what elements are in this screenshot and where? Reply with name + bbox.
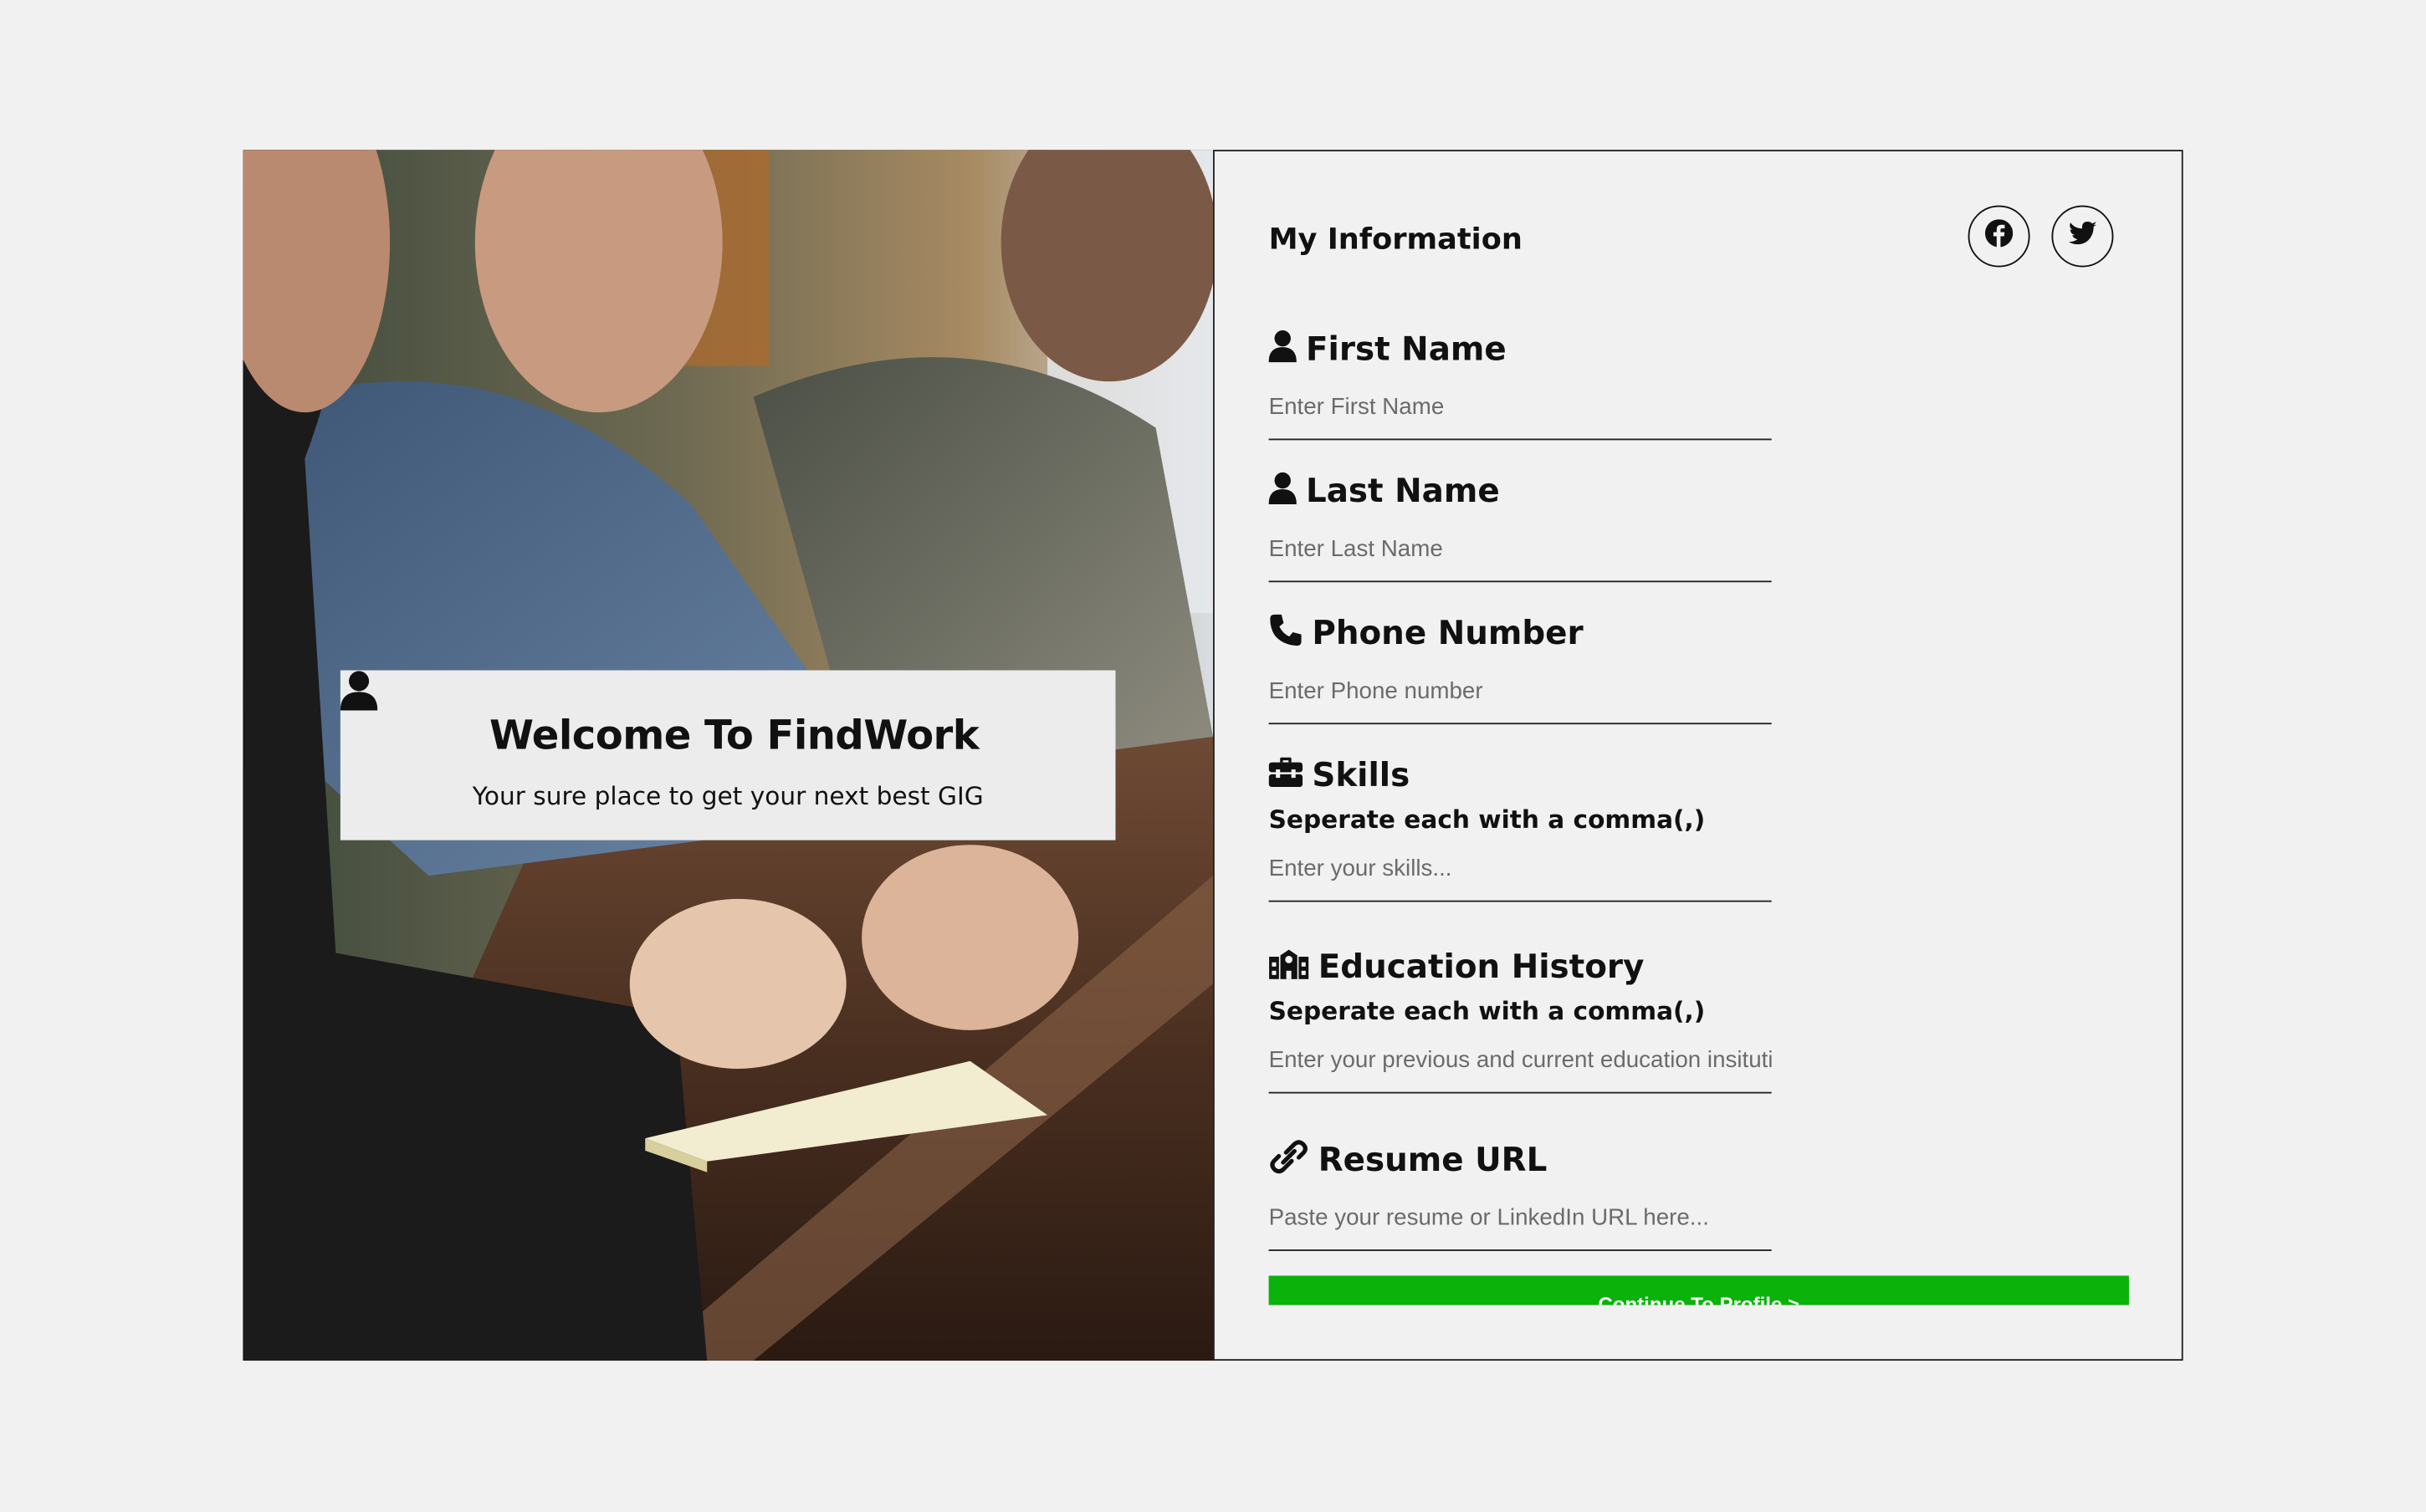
user-icon: [1268, 328, 1297, 370]
last-name-label: Last Name: [1268, 468, 1772, 514]
skills-label: Skills: [1268, 752, 1772, 798]
last-name-input[interactable]: [1268, 535, 1772, 583]
twitter-button[interactable]: [2051, 205, 2114, 268]
first-name-label-text: First Name: [1305, 330, 1507, 368]
skills-field: Skills Seperate each with a comma(,): [1268, 752, 1772, 902]
resume-url-label-text: Resume URL: [1318, 1141, 1548, 1179]
last-name-label-text: Last Name: [1305, 472, 1500, 510]
welcome-subtitle: Your sure place to get your next best GI…: [472, 781, 984, 811]
form-title: My Information: [1268, 222, 1523, 257]
facebook-button[interactable]: [1968, 205, 2030, 268]
signup-card: Welcome To FindWork Your sure place to g…: [243, 150, 2183, 1361]
education-history-hint: Seperate each with a comma(,): [1268, 996, 1706, 1026]
education-history-label-text: Education History: [1318, 948, 1645, 986]
phone-icon: [1269, 612, 1303, 654]
hero-photo: Welcome To FindWork Your sure place to g…: [243, 150, 1214, 1361]
continue-to-profile-button[interactable]: Continue To Profile >: [1268, 1275, 2129, 1305]
welcome-title-text: Welcome To FindWork: [489, 713, 980, 760]
link-icon: [1269, 1139, 1309, 1181]
welcome-title: Welcome To FindWork: [340, 671, 1116, 760]
toolbox-icon: [1268, 756, 1303, 794]
first-name-input[interactable]: [1268, 393, 1772, 441]
twitter-icon: [2068, 220, 2097, 253]
welcome-banner: Welcome To FindWork Your sure place to g…: [340, 670, 1116, 840]
phone-number-input[interactable]: [1268, 677, 1772, 725]
resume-url-field: Resume URL: [1268, 1137, 1772, 1251]
resume-url-input[interactable]: [1268, 1204, 1772, 1251]
skills-label-text: Skills: [1312, 756, 1410, 794]
school-icon: [1269, 948, 1309, 986]
education-history-label: Education History: [1269, 943, 1772, 989]
last-name-field: Last Name: [1268, 468, 1772, 583]
first-name-field: First Name: [1268, 326, 1772, 441]
page-root: Welcome To FindWork Your sure place to g…: [0, 0, 2426, 1512]
my-information-form: My Information First Name Enter First Na…: [1213, 150, 2183, 1361]
facebook-icon: [1984, 218, 2014, 253]
first-name-label: First Name: [1268, 326, 1772, 372]
phone-number-label-text: Phone Number: [1312, 615, 1584, 652]
skills-input[interactable]: [1268, 856, 1772, 902]
user-icon: [1268, 470, 1297, 512]
skills-hint: Seperate each with a comma(,): [1268, 805, 1706, 835]
resume-url-label: Resume URL: [1269, 1137, 1772, 1183]
phone-number-label: Phone Number: [1269, 610, 1772, 656]
education-history-field: Education History Seperate each with a c…: [1268, 943, 1772, 1094]
education-history-input[interactable]: [1268, 1047, 1772, 1094]
phone-number-field: Phone Number: [1268, 610, 1772, 725]
